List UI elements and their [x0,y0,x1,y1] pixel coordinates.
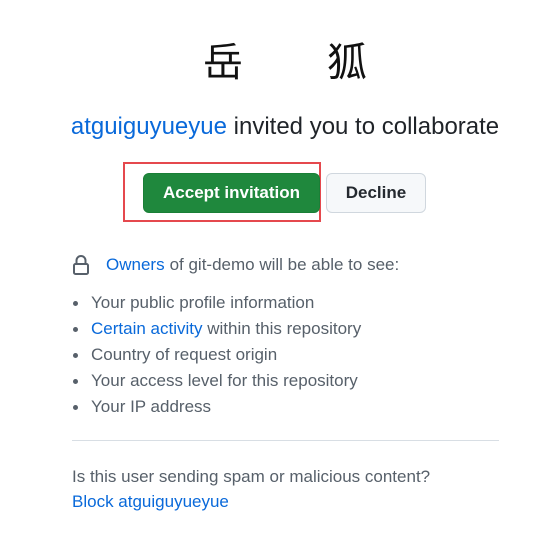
avatar-glyph-right: 狐 [327,40,367,86]
lock-icon [72,254,90,276]
block-user-link[interactable]: Block atguiguyueyue [72,490,229,514]
avatar-banner: 岳 狐 [0,38,556,88]
list-item-text: Your IP address [91,397,212,416]
avatar-glyph-left: 岳 [203,40,243,86]
invite-headline: atguiguyueyue invited you to collaborate [0,110,556,144]
accept-invitation-button[interactable]: Accept invitation [143,173,320,213]
list-item-text: Your access level for this repository [91,371,358,390]
list-item-text: within this repository [202,319,362,338]
list-item: Certain activity within this repository [72,316,361,342]
inviter-username-link[interactable]: atguiguyueyue [71,113,227,140]
divider [72,440,499,441]
visibility-notice: Owners of git-demo will be able to see: [72,253,399,277]
list-item: Your access level for this repository [72,368,361,394]
decline-button[interactable]: Decline [326,173,426,213]
list-item: Your public profile information [72,290,361,316]
certain-activity-link[interactable]: Certain activity [91,319,202,338]
spam-question: Is this user sending spam or malicious c… [72,467,431,486]
list-item: Your IP address [72,394,361,420]
list-item: Country of request origin [72,342,361,368]
owners-suffix: of git-demo will be able to see: [169,255,400,274]
owners-link[interactable]: Owners [106,255,165,275]
invite-message: invited you to collaborate [226,113,500,140]
list-item-text: Your public profile information [91,293,315,312]
visibility-list: Your public profile information Certain … [72,290,361,420]
list-item-text: Country of request origin [91,345,278,364]
